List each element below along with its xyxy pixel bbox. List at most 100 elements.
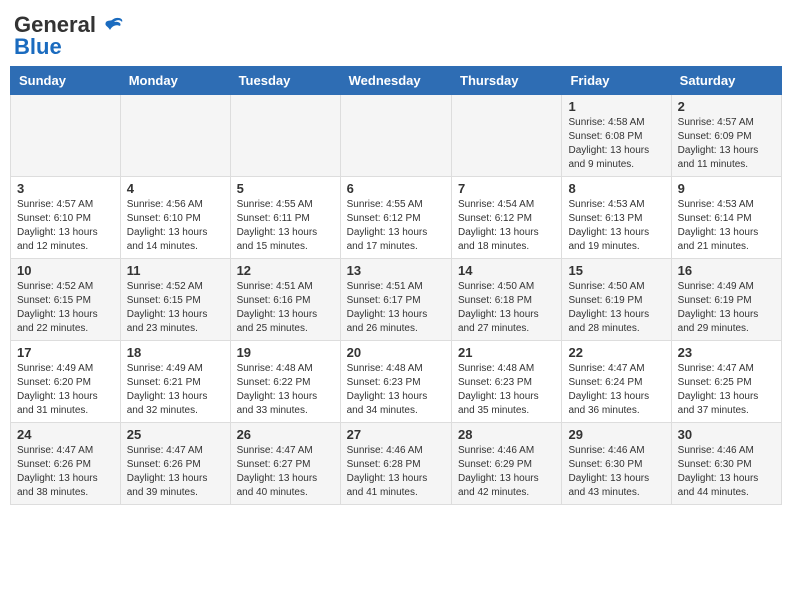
- calendar-cell: 24 Sunrise: 4:47 AMSunset: 6:26 PMDayligh…: [11, 423, 121, 505]
- calendar-week-3: 10Sunrise: 4:52 AMSunset: 6:15 PMDayligh…: [11, 259, 782, 341]
- calendar-cell: [340, 95, 451, 177]
- day-number: 20: [347, 345, 445, 360]
- day-number: 4: [127, 181, 224, 196]
- calendar-cell: 20 Sunrise: 4:48 AMSunset: 6:23 PMDayligh…: [340, 341, 451, 423]
- logo-bird-icon: [98, 12, 126, 40]
- day-info: Sunrise: 4:56 AMSunset: 6:10 PMDaylight:…: [127, 198, 224, 254]
- calendar-cell: 11Sunrise: 4:52 AMSunset: 6:15 PMDayligh…: [120, 259, 230, 341]
- page-header: GeneralBlue: [10, 10, 782, 58]
- day-info: Sunrise: 4:58 AMSunset: 6:08 PMDaylight:…: [568, 116, 664, 172]
- day-number: 16: [678, 263, 775, 278]
- calendar-week-2: 3 Sunrise: 4:57 AMSunset: 6:10 PMDaylight…: [11, 177, 782, 259]
- day-info: Sunrise: 4:55 AMSunset: 6:11 PMDaylight:…: [237, 198, 334, 254]
- day-info: Sunrise: 4:53 AMSunset: 6:13 PMDaylight:…: [568, 198, 664, 254]
- calendar-cell: 30 Sunrise: 4:46 AMSunset: 6:30 PMDayligh…: [671, 423, 781, 505]
- day-info: Sunrise: 4:54 AMSunset: 6:12 PMDaylight:…: [458, 198, 555, 254]
- calendar-cell: 25 Sunrise: 4:47 AMSunset: 6:26 PMDayligh…: [120, 423, 230, 505]
- day-number: 11: [127, 263, 224, 278]
- day-info: Sunrise: 4:46 AMSunset: 6:28 PMDaylight:…: [347, 444, 445, 500]
- day-info: Sunrise: 4:48 AMSunset: 6:23 PMDaylight:…: [347, 362, 445, 418]
- calendar-cell: 15 Sunrise: 4:50 AMSunset: 6:19 PMDayligh…: [562, 259, 671, 341]
- calendar-cell: 29 Sunrise: 4:46 AMSunset: 6:30 PMDayligh…: [562, 423, 671, 505]
- day-info: Sunrise: 4:50 AMSunset: 6:18 PMDaylight:…: [458, 280, 555, 336]
- day-info: Sunrise: 4:55 AMSunset: 6:12 PMDaylight:…: [347, 198, 445, 254]
- calendar-cell: [230, 95, 340, 177]
- day-number: 8: [568, 181, 664, 196]
- day-number: 26: [237, 427, 334, 442]
- day-info: Sunrise: 4:46 AMSunset: 6:30 PMDaylight:…: [678, 444, 775, 500]
- day-info: Sunrise: 4:47 AMSunset: 6:27 PMDaylight:…: [237, 444, 334, 500]
- calendar-cell: 28 Sunrise: 4:46 AMSunset: 6:29 PMDayligh…: [452, 423, 562, 505]
- day-number: 14: [458, 263, 555, 278]
- calendar-week-4: 17 Sunrise: 4:49 AMSunset: 6:20 PMDayligh…: [11, 341, 782, 423]
- calendar-cell: 18 Sunrise: 4:49 AMSunset: 6:21 PMDayligh…: [120, 341, 230, 423]
- calendar-cell: 4 Sunrise: 4:56 AMSunset: 6:10 PMDaylight…: [120, 177, 230, 259]
- day-info: Sunrise: 4:47 AMSunset: 6:26 PMDaylight:…: [127, 444, 224, 500]
- day-number: 12: [237, 263, 334, 278]
- day-number: 25: [127, 427, 224, 442]
- day-info: Sunrise: 4:50 AMSunset: 6:19 PMDaylight:…: [568, 280, 664, 336]
- calendar-cell: [452, 95, 562, 177]
- calendar-week-1: 1 Sunrise: 4:58 AMSunset: 6:08 PMDaylight…: [11, 95, 782, 177]
- day-number: 1: [568, 99, 664, 114]
- day-info: Sunrise: 4:49 AMSunset: 6:19 PMDaylight:…: [678, 280, 775, 336]
- day-number: 24: [17, 427, 114, 442]
- day-number: 29: [568, 427, 664, 442]
- calendar-header-row: SundayMondayTuesdayWednesdayThursdayFrid…: [11, 67, 782, 95]
- calendar-cell: 17 Sunrise: 4:49 AMSunset: 6:20 PMDayligh…: [11, 341, 121, 423]
- day-number: 18: [127, 345, 224, 360]
- day-header-saturday: Saturday: [671, 67, 781, 95]
- day-info: Sunrise: 4:53 AMSunset: 6:14 PMDaylight:…: [678, 198, 775, 254]
- day-header-monday: Monday: [120, 67, 230, 95]
- day-header-sunday: Sunday: [11, 67, 121, 95]
- day-number: 15: [568, 263, 664, 278]
- calendar-cell: [120, 95, 230, 177]
- day-number: 28: [458, 427, 555, 442]
- day-number: 30: [678, 427, 775, 442]
- day-number: 17: [17, 345, 114, 360]
- calendar-cell: 2 Sunrise: 4:57 AMSunset: 6:09 PMDaylight…: [671, 95, 781, 177]
- day-number: 7: [458, 181, 555, 196]
- calendar-cell: 3 Sunrise: 4:57 AMSunset: 6:10 PMDaylight…: [11, 177, 121, 259]
- day-info: Sunrise: 4:51 AMSunset: 6:16 PMDaylight:…: [237, 280, 334, 336]
- day-info: Sunrise: 4:46 AMSunset: 6:30 PMDaylight:…: [568, 444, 664, 500]
- calendar-cell: 7 Sunrise: 4:54 AMSunset: 6:12 PMDaylight…: [452, 177, 562, 259]
- calendar-cell: 26 Sunrise: 4:47 AMSunset: 6:27 PMDayligh…: [230, 423, 340, 505]
- day-header-tuesday: Tuesday: [230, 67, 340, 95]
- day-info: Sunrise: 4:51 AMSunset: 6:17 PMDaylight:…: [347, 280, 445, 336]
- day-header-thursday: Thursday: [452, 67, 562, 95]
- day-number: 23: [678, 345, 775, 360]
- day-info: Sunrise: 4:46 AMSunset: 6:29 PMDaylight:…: [458, 444, 555, 500]
- day-info: Sunrise: 4:57 AMSunset: 6:10 PMDaylight:…: [17, 198, 114, 254]
- day-info: Sunrise: 4:49 AMSunset: 6:20 PMDaylight:…: [17, 362, 114, 418]
- calendar-cell: [11, 95, 121, 177]
- day-number: 19: [237, 345, 334, 360]
- calendar-cell: 16 Sunrise: 4:49 AMSunset: 6:19 PMDayligh…: [671, 259, 781, 341]
- calendar-cell: 1 Sunrise: 4:58 AMSunset: 6:08 PMDaylight…: [562, 95, 671, 177]
- calendar-cell: 9Sunrise: 4:53 AMSunset: 6:14 PMDaylight…: [671, 177, 781, 259]
- day-info: Sunrise: 4:47 AMSunset: 6:26 PMDaylight:…: [17, 444, 114, 500]
- day-number: 6: [347, 181, 445, 196]
- calendar-cell: 8 Sunrise: 4:53 AMSunset: 6:13 PMDaylight…: [562, 177, 671, 259]
- calendar-table: SundayMondayTuesdayWednesdayThursdayFrid…: [10, 66, 782, 505]
- calendar-week-5: 24 Sunrise: 4:47 AMSunset: 6:26 PMDayligh…: [11, 423, 782, 505]
- calendar-cell: 13Sunrise: 4:51 AMSunset: 6:17 PMDayligh…: [340, 259, 451, 341]
- calendar-cell: 5 Sunrise: 4:55 AMSunset: 6:11 PMDaylight…: [230, 177, 340, 259]
- day-number: 3: [17, 181, 114, 196]
- calendar-cell: 23 Sunrise: 4:47 AMSunset: 6:25 PMDayligh…: [671, 341, 781, 423]
- calendar-cell: 10Sunrise: 4:52 AMSunset: 6:15 PMDayligh…: [11, 259, 121, 341]
- day-info: Sunrise: 4:52 AMSunset: 6:15 PMDaylight:…: [17, 280, 114, 336]
- day-number: 27: [347, 427, 445, 442]
- calendar-cell: 21Sunrise: 4:48 AMSunset: 6:23 PMDayligh…: [452, 341, 562, 423]
- day-number: 2: [678, 99, 775, 114]
- calendar-cell: 14 Sunrise: 4:50 AMSunset: 6:18 PMDayligh…: [452, 259, 562, 341]
- logo-text: GeneralBlue: [14, 14, 96, 58]
- day-number: 21: [458, 345, 555, 360]
- day-info: Sunrise: 4:57 AMSunset: 6:09 PMDaylight:…: [678, 116, 775, 172]
- day-info: Sunrise: 4:47 AMSunset: 6:25 PMDaylight:…: [678, 362, 775, 418]
- calendar-cell: 27 Sunrise: 4:46 AMSunset: 6:28 PMDayligh…: [340, 423, 451, 505]
- day-info: Sunrise: 4:49 AMSunset: 6:21 PMDaylight:…: [127, 362, 224, 418]
- day-number: 22: [568, 345, 664, 360]
- calendar-cell: 12 Sunrise: 4:51 AMSunset: 6:16 PMDayligh…: [230, 259, 340, 341]
- day-number: 5: [237, 181, 334, 196]
